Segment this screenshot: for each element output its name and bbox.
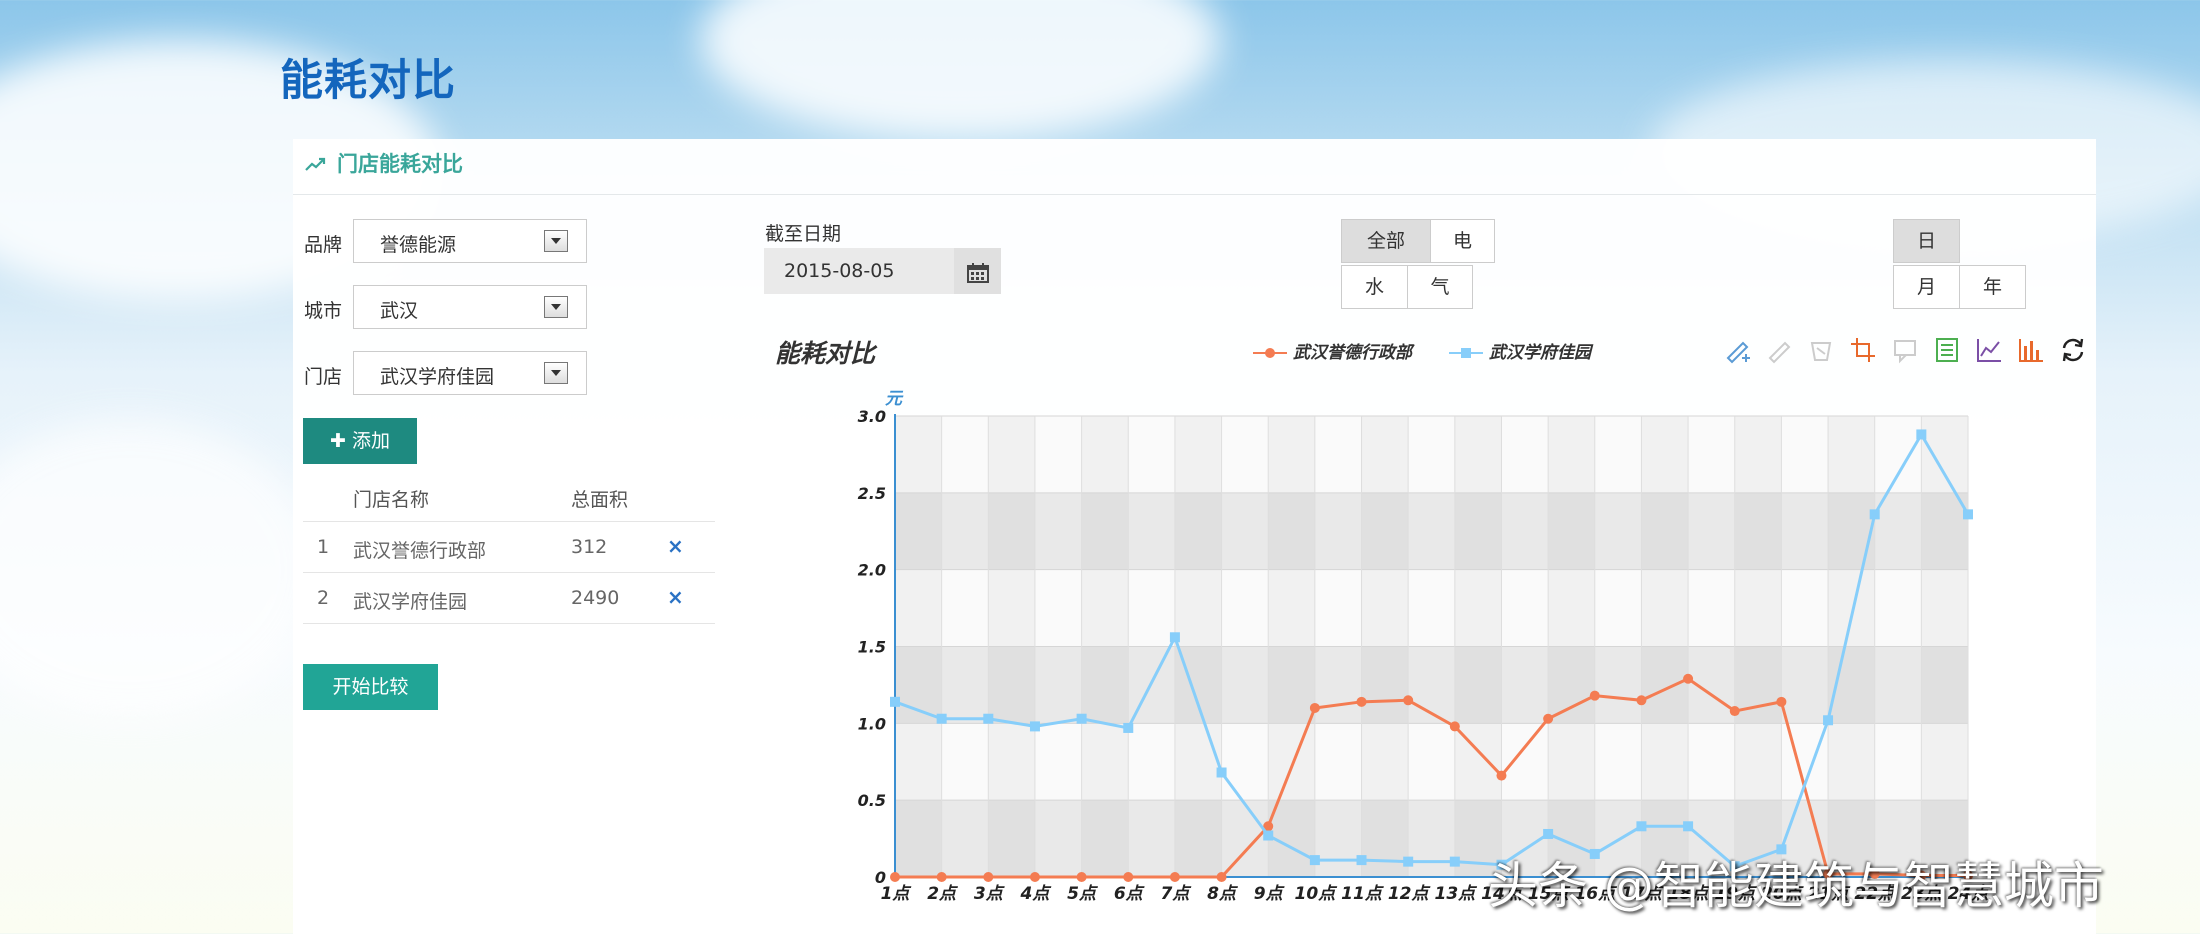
data-point [1683, 821, 1694, 832]
x-tick-label: 10点 [1295, 884, 1339, 904]
x-tick-label: 13点 [1434, 884, 1478, 904]
data-point [1869, 509, 1880, 520]
data-point [1169, 872, 1180, 882]
x-tick-label: 9点 [1254, 884, 1286, 904]
y-axis-unit-label: 元 [885, 389, 904, 409]
data-point [936, 713, 947, 724]
y-tick-label: 2.5 [858, 484, 886, 503]
data-point [1496, 770, 1507, 781]
x-tick-label: 12点 [1388, 884, 1432, 904]
data-point [1123, 722, 1134, 733]
data-point [1916, 429, 1927, 440]
x-tick-label: 7点 [1160, 884, 1192, 904]
data-point [1123, 872, 1134, 882]
data-point [983, 713, 994, 724]
data-point [1823, 715, 1834, 726]
data-point [1403, 695, 1414, 706]
data-point [1029, 721, 1040, 732]
data-point [1309, 855, 1320, 866]
data-point [1449, 721, 1460, 732]
data-point [1309, 702, 1320, 713]
data-point [1263, 830, 1274, 841]
x-tick-label: 1点 [881, 884, 913, 904]
data-point [1169, 632, 1180, 643]
x-tick-label: 6点 [1114, 884, 1146, 904]
data-point [1403, 856, 1414, 867]
cloud-decoration [0, 420, 320, 720]
y-tick-label: 3.0 [858, 407, 886, 426]
data-point [1729, 706, 1740, 717]
data-point [983, 872, 994, 882]
x-tick-label: 4点 [1020, 884, 1053, 904]
data-point [1449, 856, 1460, 867]
data-point [1076, 713, 1087, 724]
data-point [1029, 872, 1040, 882]
energy-comparison-panel: 门店能耗对比 品牌 誉德能源 城市 武汉 门店 武汉学府佳园 ✚ 添加 门店名称 … [293, 139, 2096, 934]
x-tick-label: 5点 [1067, 884, 1099, 904]
y-tick-label: 2.0 [858, 561, 886, 580]
data-point [1636, 695, 1647, 706]
data-point [1356, 696, 1367, 707]
data-point [936, 872, 947, 882]
grid-band [895, 416, 1968, 493]
data-point [1963, 509, 1973, 520]
data-point [1636, 821, 1647, 832]
x-tick-label: 11点 [1341, 884, 1385, 904]
data-point [1683, 673, 1694, 684]
data-point [890, 872, 900, 882]
data-point [890, 696, 900, 707]
data-point [1356, 855, 1367, 866]
data-point [1776, 696, 1787, 707]
cloud-decoration [700, 0, 1220, 140]
x-tick-label: 8点 [1207, 884, 1239, 904]
data-point [1216, 872, 1227, 882]
data-point [1543, 828, 1554, 839]
energy-line-chart: 元00.51.01.52.02.53.01点 2点 3点 4点 5点 6点 7点 8点 9点 10… [858, 389, 1992, 904]
grid-band [895, 492, 1968, 570]
data-point [1589, 690, 1600, 701]
watermark: 头条 @智能建筑与智慧城市 [1488, 857, 2104, 915]
data-point [1216, 767, 1227, 778]
grid-band [895, 569, 1968, 647]
page-title: 能耗对比 [280, 56, 456, 106]
data-point [1543, 713, 1554, 724]
x-tick-label: 3点 [974, 884, 1006, 904]
y-tick-label: 0.5 [858, 791, 886, 810]
y-tick-label: 1.5 [858, 638, 886, 657]
grid-band [895, 723, 1968, 801]
y-tick-label: 1.0 [858, 714, 886, 733]
x-tick-label: 2点 [927, 884, 959, 904]
data-point [1076, 872, 1087, 882]
